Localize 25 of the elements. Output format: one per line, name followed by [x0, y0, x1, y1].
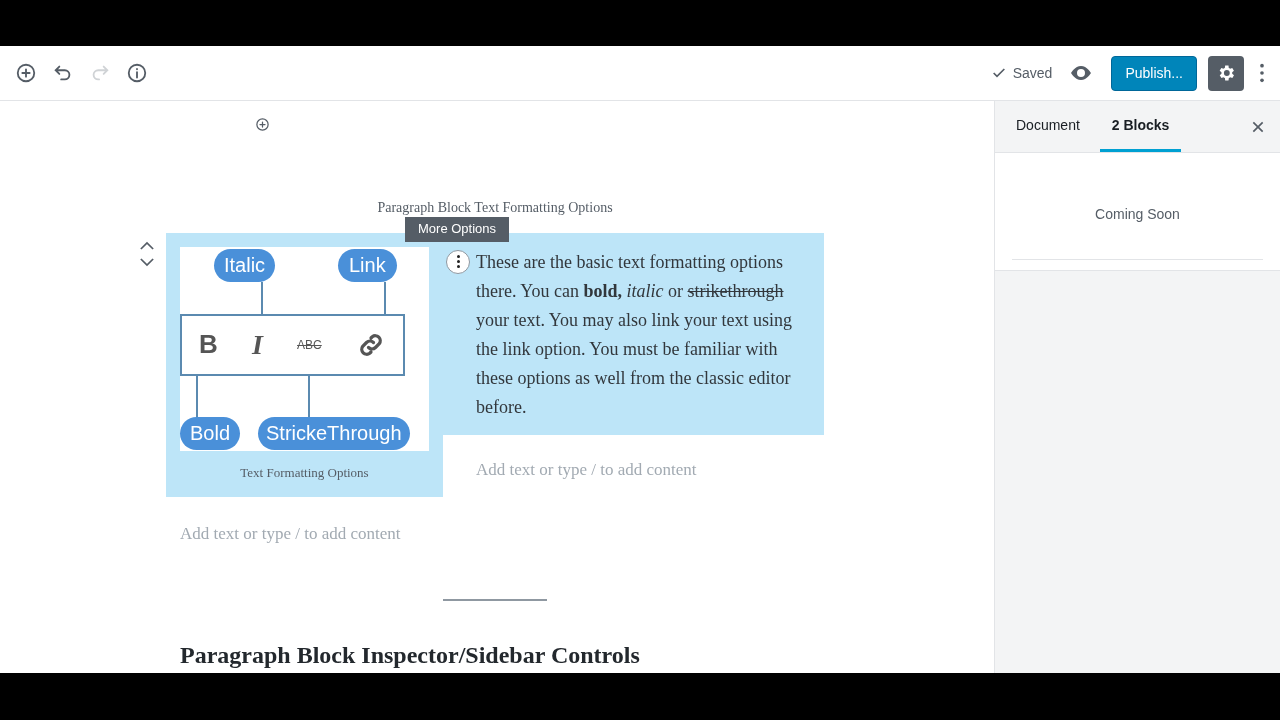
add-block-icon[interactable] [15, 62, 37, 84]
saved-status: Saved [1012, 63, 1053, 83]
info-icon[interactable] [126, 62, 148, 84]
image-caption-heading: Paragraph Block Text Formatting Options [376, 198, 614, 217]
image-block[interactable]: Italic Link B I ABC Bold StrickeThrough Text Formatting Options [166, 232, 443, 497]
settings-button[interactable] [1208, 55, 1244, 91]
strikethrough-glyph: ABC [297, 336, 322, 354]
publish-button[interactable]: Publish... [1111, 55, 1197, 91]
tooltip: More Options [405, 216, 510, 242]
move-down-icon[interactable] [140, 257, 154, 267]
bold-glyph: B [199, 328, 218, 362]
image-caption: Text Formatting Options [239, 463, 370, 482]
sidebar-tab[interactable]: Document [1004, 101, 1092, 152]
move-up-icon[interactable] [140, 240, 154, 250]
callout-label: Link [349, 253, 386, 279]
inserter-plus-icon[interactable] [255, 117, 270, 132]
more-menu-icon[interactable] [1259, 62, 1265, 84]
coming-soon-text: Coming Soon [1012, 204, 1263, 260]
section-heading: Paragraph Block Inspector/Sidebar Controls [180, 641, 641, 670]
callout-label: Bold [190, 421, 231, 447]
callout-label: StrickeThrough [266, 421, 402, 447]
italic-glyph: I [252, 327, 263, 362]
more-options-button[interactable] [446, 249, 470, 274]
callout-label: Italic [224, 253, 266, 279]
paragraph-text: These are the basic text formatting options there. You can bold, italic or strikethrough your text. You may also link your text using the link option. You must be familiar with these options as well from the classic editor before. [476, 250, 793, 419]
